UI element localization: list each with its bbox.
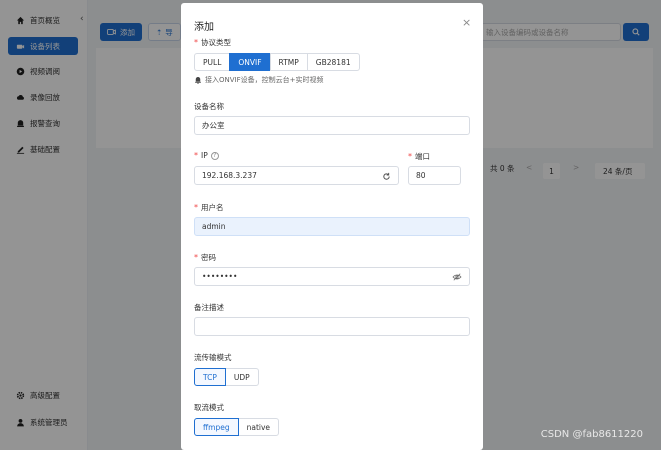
ip-input[interactable]: 192.168.3.237 [194,166,399,185]
protocol-option-pull[interactable]: PULL [194,53,231,71]
remark-input[interactable] [194,317,470,336]
protocol-option-gb28181[interactable]: GB28181 [306,53,360,71]
add-device-dialog: 添加 × * 协议类型 PULL ONVIF RTMP GB28181 接入ONV… [181,3,483,450]
transport-mode-label: 流传输模式 [194,353,232,362]
device-name-input[interactable]: 办公室 [194,116,470,135]
password-label: * 密码 [194,253,216,262]
device-name-label: 设备名称 [194,102,224,111]
pull-option-native[interactable]: native [237,418,280,436]
dialog-title: 添加 [194,22,214,33]
transport-option-tcp[interactable]: TCP [194,368,226,386]
protocol-option-rtmp[interactable]: RTMP [269,53,308,71]
port-label: * 端口 [408,152,430,161]
username-label: * 用户名 [194,203,224,212]
transport-option-udp[interactable]: UDP [224,368,259,386]
remark-label: 备注描述 [194,303,224,312]
port-input[interactable]: 80 [408,166,461,185]
protocol-label: * 协议类型 [194,38,231,47]
username-input[interactable]: admin [194,217,470,236]
protocol-option-onvif[interactable]: ONVIF [229,53,271,71]
pull-mode-selector: ffmpeg native [194,418,280,436]
protocol-hint: 接入ONVIF设备，控制云台+实时视频 [194,75,324,85]
refresh-icon[interactable] [381,171,391,181]
password-input[interactable]: •••••••• [194,267,470,286]
ip-label: * IP ? [194,151,219,160]
close-icon[interactable]: × [462,16,471,29]
transport-mode-selector: TCP UDP [194,368,259,386]
help-icon[interactable]: ? [210,151,219,160]
watermark: CSDN @fab8611220 [540,429,643,440]
protocol-selector: PULL ONVIF RTMP GB28181 [194,53,360,71]
eye-off-icon[interactable] [452,272,462,282]
pull-option-ffmpeg[interactable]: ffmpeg [194,418,239,436]
pull-mode-label: 取流模式 [194,403,224,412]
bell-icon [195,76,201,84]
